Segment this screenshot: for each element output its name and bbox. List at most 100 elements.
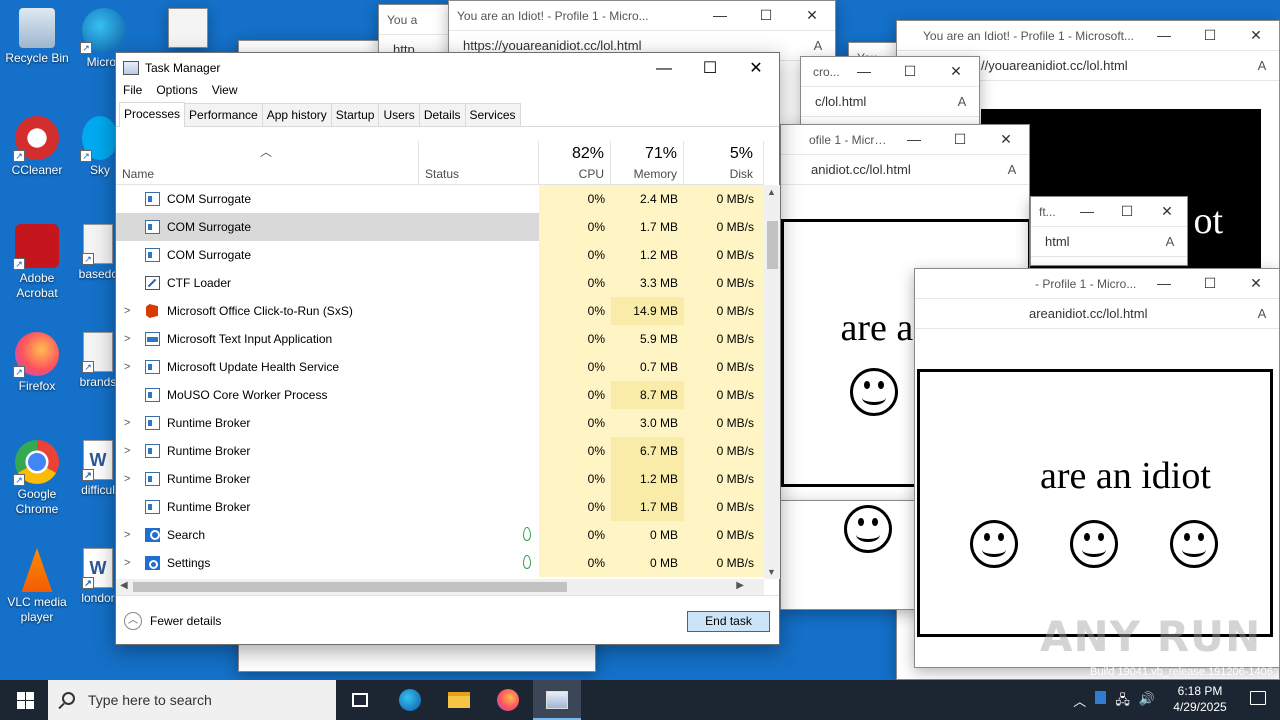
notifications-icon[interactable] (1250, 691, 1266, 705)
expand-chevron-icon[interactable]: > (124, 409, 130, 437)
taskbar-firefox[interactable] (484, 680, 532, 720)
tab-details[interactable]: Details (418, 103, 466, 126)
horizontal-scrollbar[interactable]: ◀ ▶ (116, 579, 764, 595)
scroll-up-icon[interactable]: ▲ (767, 187, 776, 197)
table-row[interactable]: COM Surrogate 0% 1.7 MB 0 MB/s (116, 213, 764, 241)
fewer-details-button[interactable]: ︿ Fewer details (124, 612, 221, 630)
taskbar-file-explorer[interactable] (435, 680, 483, 720)
desktop-icon-londor[interactable]: W ↗ londor (78, 548, 118, 606)
table-row[interactable]: > Search 0% 0 MB 0 MB/s (116, 521, 764, 549)
desktop-icon-acrobat[interactable]: ↗ Adobe Acrobat (0, 224, 74, 301)
minimize-icon[interactable]: — (841, 63, 887, 80)
end-task-button[interactable]: End task (687, 611, 770, 632)
maximize-icon[interactable]: ☐ (1107, 203, 1147, 220)
tab-users[interactable]: Users (378, 103, 420, 126)
network-icon[interactable]: 🖧 (1115, 691, 1130, 713)
tab-processes[interactable]: Processes (119, 102, 186, 127)
minimize-icon[interactable]: — (697, 7, 743, 24)
close-icon[interactable]: ✕ (1147, 203, 1187, 220)
expand-chevron-icon[interactable]: > (124, 353, 130, 381)
address-url[interactable]: anidiot.cc/lol.html (795, 162, 995, 177)
task-view-button[interactable] (336, 680, 384, 720)
desktop-icon-ccleaner[interactable]: ↗ CCleaner (0, 116, 74, 178)
table-row[interactable]: > Runtime Broker 0% 1.2 MB 0 MB/s (116, 465, 764, 493)
column-cpu[interactable]: 82% CPU (539, 141, 611, 185)
desktop-icon-basedc[interactable]: ↗ basedc (78, 224, 118, 282)
read-aloud-icon[interactable]: A (1245, 58, 1279, 73)
column-disk[interactable]: 5% Disk (684, 141, 764, 185)
table-row[interactable]: > Settings 0% 0 MB 0 MB/s (116, 549, 764, 577)
address-url[interactable]: html (1045, 234, 1153, 249)
table-row[interactable]: > Runtime Broker 0% 3.0 MB 0 MB/s (116, 409, 764, 437)
menu-options[interactable]: Options (156, 83, 197, 103)
taskbar-search-box[interactable]: Type here to search (48, 680, 336, 720)
vertical-scrollbar[interactable]: ▲ ▼ (764, 185, 780, 579)
tab-app-history[interactable]: App history (261, 103, 332, 126)
close-icon[interactable]: ✕ (1233, 275, 1279, 292)
show-hidden-icons-icon[interactable]: ︿ (1073, 691, 1086, 713)
desktop-icon-chrome[interactable]: ↗ Google Chrome (0, 440, 74, 517)
menu-file[interactable]: File (123, 83, 142, 103)
scrollbar-thumb[interactable] (133, 582, 567, 592)
scroll-left-icon[interactable]: ◀ (120, 580, 128, 591)
maximize-icon[interactable]: ☐ (1187, 27, 1233, 44)
browser-window-back[interactable] (168, 8, 208, 48)
maximize-icon[interactable]: ☐ (743, 7, 789, 24)
volume-icon[interactable]: 🔊 (1139, 691, 1155, 713)
close-icon[interactable]: ✕ (789, 7, 835, 24)
table-row[interactable]: > Microsoft Update Health Service 0% 0.7 … (116, 353, 764, 381)
task-manager-window[interactable]: Task Manager — ☐ ✕ File Options View Proce… (115, 52, 780, 645)
browser-window[interactable]: You a http (378, 4, 458, 54)
scroll-right-icon[interactable]: ▶ (736, 580, 744, 591)
minimize-icon[interactable]: — (641, 60, 687, 78)
scroll-down-icon[interactable]: ▼ (767, 567, 776, 577)
desktop-icon-difficul[interactable]: W ↗ difficul (78, 440, 118, 498)
table-row[interactable]: COM Surrogate 0% 2.4 MB 0 MB/s (116, 185, 764, 213)
desktop-icon-recycle-bin[interactable]: Recycle Bin (0, 8, 74, 66)
read-aloud-icon[interactable]: A (945, 94, 979, 109)
close-icon[interactable]: ✕ (933, 63, 979, 80)
desktop-icon-vlc[interactable]: VLC media player (0, 548, 74, 625)
menu-view[interactable]: View (212, 83, 238, 103)
table-row[interactable]: MoUSO Core Worker Process 0% 8.7 MB 0 MB… (116, 381, 764, 409)
maximize-icon[interactable]: ☐ (887, 63, 933, 80)
address-url[interactable]: c/lol.html (815, 94, 945, 109)
taskbar-edge[interactable] (386, 680, 434, 720)
start-button[interactable] (0, 680, 48, 720)
maximize-icon[interactable]: ☐ (937, 131, 983, 148)
browser-window[interactable]: - Profile 1 - Micro... — ☐ ✕ areanidiot.cc… (914, 268, 1280, 668)
expand-chevron-icon[interactable]: > (124, 297, 130, 325)
expand-chevron-icon[interactable]: > (124, 437, 130, 465)
minimize-icon[interactable]: — (1141, 27, 1187, 44)
address-url[interactable]: https://youareanidiot.cc/lol.html (463, 38, 801, 53)
read-aloud-icon[interactable]: A (801, 38, 835, 53)
column-status[interactable]: Status (419, 141, 539, 185)
defender-icon[interactable] (1095, 691, 1107, 704)
title-bar[interactable]: Task Manager — ☐ ✕ (116, 53, 779, 83)
table-row[interactable]: > Microsoft Office Click-to-Run (SxS) 0% … (116, 297, 764, 325)
address-url[interactable]: areanidiot.cc/lol.html (929, 306, 1245, 321)
close-icon[interactable]: ✕ (733, 58, 779, 78)
maximize-icon[interactable]: ☐ (687, 58, 733, 78)
close-icon[interactable]: ✕ (1233, 27, 1279, 44)
table-row[interactable]: COM Surrogate 0% 1.2 MB 0 MB/s (116, 241, 764, 269)
tab-services[interactable]: Services (464, 103, 521, 126)
expand-chevron-icon[interactable]: > (124, 549, 130, 577)
read-aloud-icon[interactable]: A (995, 162, 1029, 177)
column-memory[interactable]: 71% Memory (611, 141, 684, 185)
read-aloud-icon[interactable]: A (1153, 234, 1187, 249)
column-name[interactable]: ︿ Name (116, 141, 419, 185)
table-row[interactable]: > Runtime Broker 0% 6.7 MB 0 MB/s (116, 437, 764, 465)
minimize-icon[interactable]: — (1067, 203, 1107, 220)
browser-window[interactable] (780, 500, 920, 610)
table-row[interactable]: CTF Loader 0% 3.3 MB 0 MB/s (116, 269, 764, 297)
expand-chevron-icon[interactable]: > (124, 521, 130, 549)
read-aloud-icon[interactable]: A (1245, 306, 1279, 321)
maximize-icon[interactable]: ☐ (1187, 275, 1233, 292)
desktop-icon-firefox[interactable]: ↗ Firefox (0, 332, 74, 394)
expand-chevron-icon[interactable]: > (124, 465, 130, 493)
taskbar-task-manager[interactable] (533, 680, 581, 720)
desktop-icon-brands[interactable]: ↗ brands (78, 332, 118, 390)
expand-chevron-icon[interactable]: > (124, 325, 130, 353)
minimize-icon[interactable]: — (1141, 275, 1187, 292)
